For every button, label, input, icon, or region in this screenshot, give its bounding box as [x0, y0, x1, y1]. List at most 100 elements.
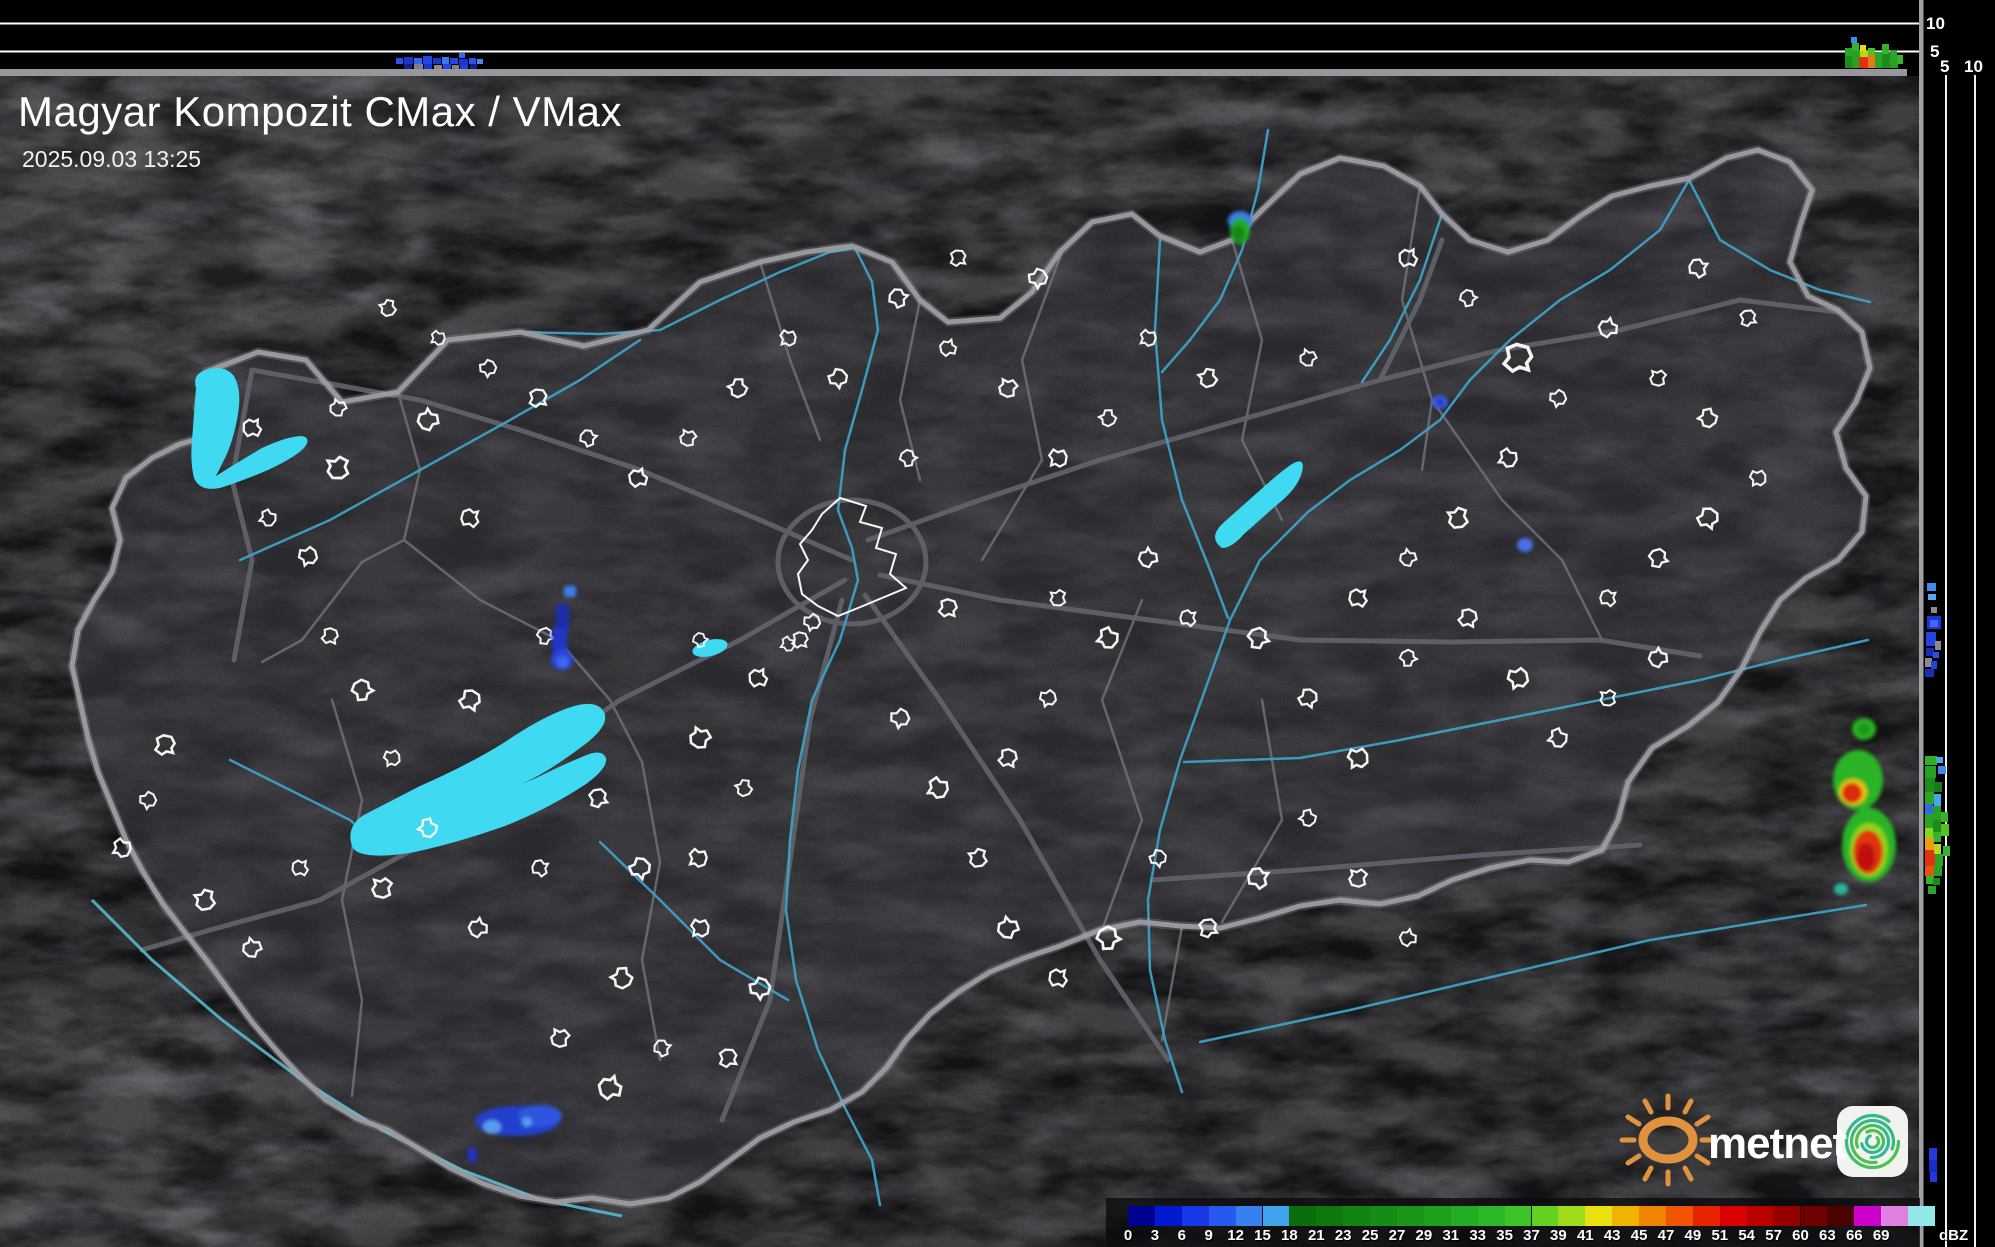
legend-tick-label: 49	[1685, 1227, 1702, 1244]
radar-echo-cell	[1857, 843, 1875, 871]
legend-tick-label: 37	[1523, 1227, 1540, 1244]
profile-echo-pixel	[1929, 1160, 1937, 1172]
legend-tick-label: 39	[1550, 1227, 1567, 1244]
legend-swatch	[1370, 1206, 1397, 1226]
legend-tick-label: 66	[1846, 1227, 1863, 1244]
profile-echo-pixel	[433, 58, 441, 64]
legend-swatch	[1209, 1206, 1236, 1226]
profile-echo-pixel	[1938, 766, 1946, 774]
profile-echo-pixel	[1933, 832, 1941, 842]
profile-echo-pixel	[1926, 632, 1936, 646]
legend-tick-label: 25	[1362, 1227, 1379, 1244]
profile-echo-pixel	[1934, 794, 1941, 806]
profile-echo-pixel	[1845, 56, 1852, 68]
profile-echo-pixel	[1925, 804, 1933, 814]
legend-tick-label: 31	[1442, 1227, 1459, 1244]
profile-echo-pixel	[1890, 50, 1897, 59]
radar-echo-cell	[556, 604, 569, 630]
legend-tick-label: 35	[1496, 1227, 1513, 1244]
profile-echo-pixel	[1859, 57, 1868, 68]
legend-swatch	[1316, 1206, 1343, 1226]
profile-echo-pixel	[1930, 620, 1938, 627]
profile-echo-pixel	[1930, 1172, 1937, 1182]
profile-echo-pixel	[1943, 846, 1950, 856]
top-axis-label-10km: 10	[1926, 15, 1945, 32]
profile-echo-pixel	[1941, 812, 1948, 822]
profile-echo-pixel	[1928, 594, 1936, 600]
profile-echo-pixel	[1897, 55, 1903, 64]
radar-echo-cell	[552, 628, 567, 652]
legend-tick-label: 33	[1469, 1227, 1486, 1244]
profile-echo-pixel	[1925, 756, 1937, 765]
profile-echo-pixel	[1925, 866, 1934, 876]
profile-echo-pixel	[1934, 866, 1942, 876]
profile-echo-pixel	[1860, 51, 1868, 57]
legend-tick-label: 29	[1416, 1227, 1433, 1244]
legend-swatch	[1693, 1206, 1720, 1226]
metnet-logo-text: metnet	[1708, 1119, 1846, 1169]
top-baseline	[0, 69, 1907, 76]
legend-tick-label: 41	[1577, 1227, 1594, 1244]
legend-swatch	[1854, 1206, 1881, 1226]
page-title: Magyar Kompozit CMax / VMax	[18, 88, 622, 136]
profile-echo-pixel	[1925, 792, 1934, 804]
profile-echo-pixel	[1925, 669, 1934, 677]
profile-echo-pixel	[1890, 59, 1898, 68]
profile-echo-pixel	[1925, 766, 1936, 778]
profile-echo-pixel	[1852, 43, 1859, 51]
profile-echo-pixel	[396, 58, 403, 64]
radar-echo-cell	[1834, 883, 1848, 895]
right-axis-label-5km: 5	[1940, 58, 1949, 75]
profile-echo-pixel	[1931, 661, 1937, 669]
legend-tick-label: 63	[1819, 1227, 1836, 1244]
legend-swatch	[1128, 1206, 1155, 1226]
profile-echo-pixel	[1925, 778, 1935, 792]
profile-echo-pixel	[1936, 757, 1943, 763]
profile-echo-pixel	[469, 58, 476, 64]
profile-echo-pixel	[1926, 648, 1934, 656]
profile-echo-pixel	[1928, 886, 1936, 894]
legend-tick-label: 27	[1389, 1227, 1406, 1244]
profile-echo-pixel	[1925, 828, 1933, 838]
radar-echo-cell	[1858, 723, 1870, 735]
legend-tick-label: 43	[1604, 1227, 1621, 1244]
right-axis-label-10km: 10	[1964, 58, 1983, 75]
profile-echo-pixel	[1926, 876, 1934, 884]
legend-swatch	[1478, 1206, 1505, 1226]
dbz-legend: 0369121518212325272931333537394143454749…	[1106, 1198, 1920, 1247]
profile-echo-pixel	[1925, 850, 1935, 866]
legend-swatch	[1397, 1206, 1424, 1226]
legend-swatch	[1612, 1206, 1639, 1226]
profile-echo-pixel	[1934, 844, 1941, 854]
radar-echo-cell	[557, 656, 569, 668]
legend-tick-label: 18	[1281, 1227, 1298, 1244]
legend-tick-label: 21	[1308, 1227, 1325, 1244]
profile-echo-pixel	[1927, 583, 1936, 591]
map-area	[0, 50, 1995, 1247]
metnet-logo: metnet	[1630, 1095, 1920, 1185]
legend-tick-label: 69	[1873, 1227, 1890, 1244]
legend-swatch	[1720, 1206, 1747, 1226]
radar-echo-cell	[564, 586, 576, 597]
radar-echo-cell	[1436, 398, 1444, 406]
legend-swatch	[1827, 1206, 1854, 1226]
profile-echo-pixel	[1852, 51, 1860, 68]
profile-echo-pixel	[1941, 824, 1949, 836]
legend-swatch	[1236, 1206, 1263, 1226]
legend-swatch	[1505, 1206, 1532, 1226]
profile-echo-pixel	[1925, 814, 1933, 828]
radar-map-canvas	[0, 0, 1995, 1247]
legend-swatch	[1585, 1206, 1612, 1226]
legend-tick-label: 57	[1765, 1227, 1782, 1244]
legend-swatch	[1424, 1206, 1451, 1226]
profile-echo-pixel	[1931, 607, 1937, 613]
radar-echo-cell	[1842, 783, 1862, 803]
profile-echo-pixel	[1933, 652, 1939, 658]
legend-swatch	[1558, 1206, 1585, 1226]
profile-echo-pixel	[1851, 37, 1857, 43]
timestamp: 2025.09.03 13:25	[22, 146, 201, 173]
legend-swatch	[1908, 1206, 1935, 1226]
profile-echo-pixel	[1882, 44, 1889, 54]
radar-echo-cell	[1232, 226, 1244, 242]
radar-echo-cell	[522, 1117, 532, 1127]
